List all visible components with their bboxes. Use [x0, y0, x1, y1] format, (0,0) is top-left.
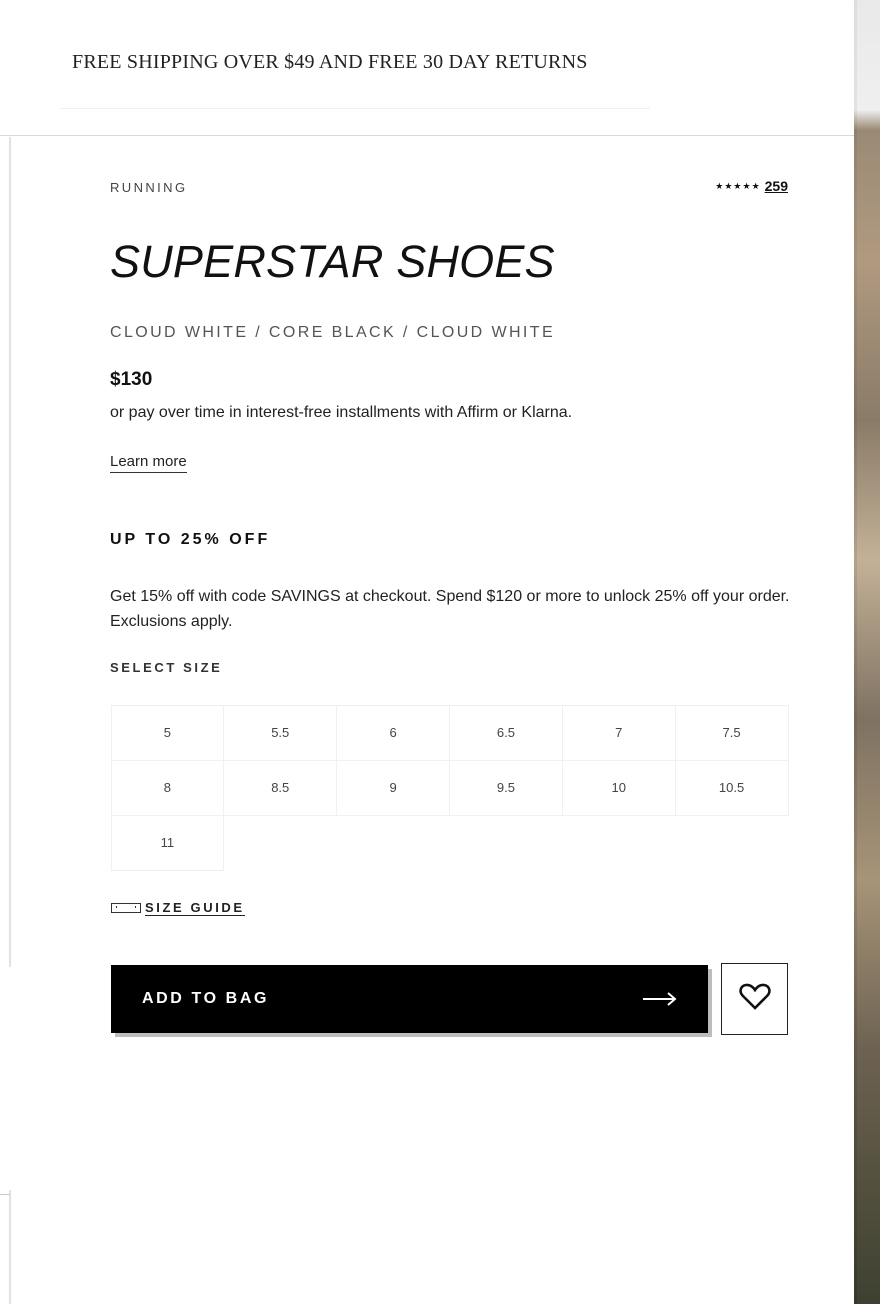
product-price: $130	[110, 369, 153, 390]
product-title: SUPERSTAR SHOES	[110, 236, 555, 287]
product-rating[interactable]: ★★★★★ 259	[715, 178, 788, 194]
size-option[interactable]: 9.5	[449, 759, 563, 816]
installments-text: or pay over time in interest-free instal…	[110, 404, 573, 421]
background-photo	[854, 0, 880, 1304]
panel-edge-lower	[9, 1190, 11, 1304]
add-to-bag-button[interactable]: ADD TO BAG	[111, 965, 708, 1033]
product-colorway: CLOUD WHITE / CORE BLACK / CLOUD WHITE	[110, 324, 556, 341]
size-guide-link[interactable]: SIZE GUIDE	[111, 900, 245, 916]
offer-text: Get 15% off with code SAVINGS at checkou…	[110, 588, 790, 630]
product-category: RUNNING	[110, 180, 188, 195]
promo-divider	[60, 108, 650, 109]
add-to-bag-label: ADD TO BAG	[142, 990, 270, 1007]
size-option[interactable]: 10.5	[674, 759, 789, 816]
panel-edge	[9, 137, 11, 967]
size-option[interactable]: 9	[336, 759, 450, 816]
star-rating-icon: ★★★★★	[715, 180, 761, 191]
size-option[interactable]: 8.5	[223, 759, 338, 816]
size-option[interactable]: 6	[336, 704, 450, 761]
offer-heading: UP TO 25% OFF	[110, 531, 271, 548]
review-count-link[interactable]: 259	[765, 178, 788, 194]
heart-icon	[738, 983, 771, 1016]
size-option[interactable]: 5	[110, 704, 225, 761]
size-option[interactable]: 10	[561, 759, 676, 816]
size-option[interactable]: 8	[110, 759, 225, 816]
size-grid: 5 5.5 6 6.5 7 7.5 8 8.5 9 9.5 10 10.5 11	[110, 704, 789, 871]
wishlist-button[interactable]	[721, 963, 788, 1035]
product-panel: FREE SHIPPING OVER $49 AND FREE 30 DAY R…	[0, 0, 854, 1304]
size-option[interactable]: 11	[110, 814, 225, 871]
promo-bar: FREE SHIPPING OVER $49 AND FREE 30 DAY R…	[0, 0, 854, 136]
size-option[interactable]: 5.5	[223, 704, 338, 761]
panel-edge-tick	[0, 1194, 10, 1195]
select-size-label: SELECT SIZE	[110, 660, 223, 675]
promo-text: FREE SHIPPING OVER $49 AND FREE 30 DAY R…	[72, 51, 588, 73]
ruler-icon	[111, 903, 141, 913]
learn-more-link[interactable]: Learn more	[110, 453, 187, 473]
size-option[interactable]: 7	[561, 704, 676, 761]
size-option[interactable]: 6.5	[449, 704, 563, 761]
size-option[interactable]: 7.5	[674, 704, 789, 761]
size-guide-label: SIZE GUIDE	[145, 900, 245, 916]
arrow-right-icon	[642, 992, 678, 1006]
